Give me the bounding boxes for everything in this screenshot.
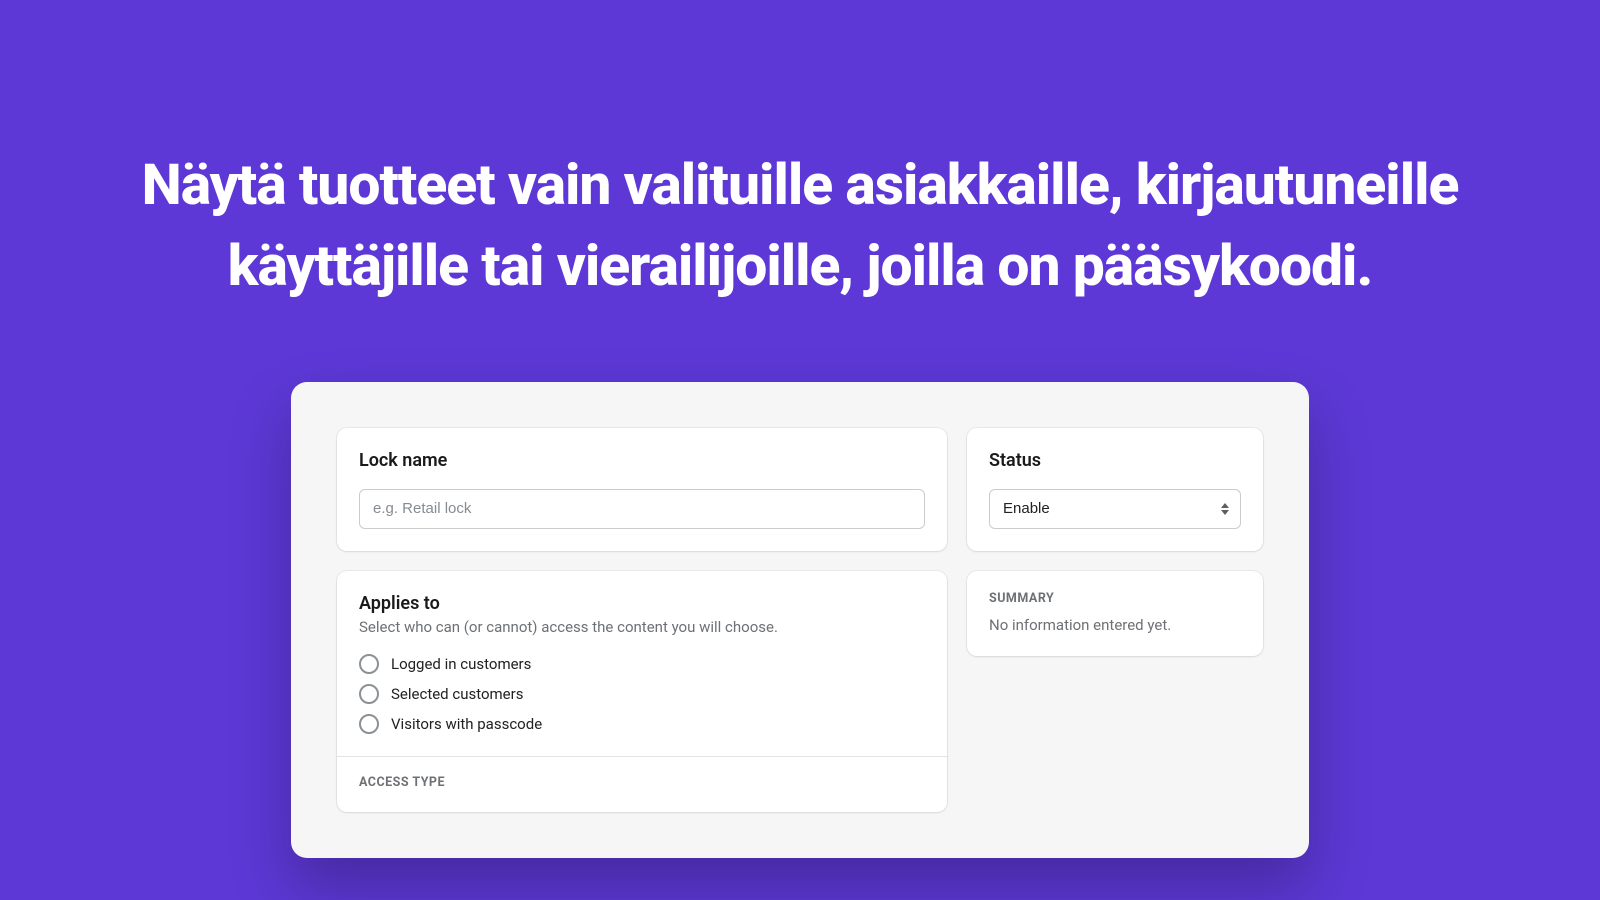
radio-selected-customers[interactable]: Selected customers bbox=[359, 684, 925, 704]
radio-label: Visitors with passcode bbox=[391, 715, 542, 733]
radio-logged-in-customers[interactable]: Logged in customers bbox=[359, 654, 925, 674]
lock-name-title: Lock name bbox=[359, 450, 925, 471]
status-card: Status Enable bbox=[967, 428, 1263, 551]
radio-visitors-with-passcode[interactable]: Visitors with passcode bbox=[359, 714, 925, 734]
left-column: Lock name Applies to Select who can (or … bbox=[337, 428, 947, 812]
summary-heading: SUMMARY bbox=[989, 591, 1241, 606]
radio-label: Logged in customers bbox=[391, 655, 531, 673]
applies-to-options: Logged in customers Selected customers V… bbox=[359, 654, 925, 734]
status-select-wrap: Enable bbox=[989, 489, 1241, 529]
settings-panel: Lock name Applies to Select who can (or … bbox=[291, 382, 1309, 858]
radio-label: Selected customers bbox=[391, 685, 523, 703]
applies-to-card: Applies to Select who can (or cannot) ac… bbox=[337, 571, 947, 812]
lock-name-input[interactable] bbox=[359, 489, 925, 529]
lock-name-card: Lock name bbox=[337, 428, 947, 551]
right-column: Status Enable SUMMARY No information ent… bbox=[967, 428, 1263, 812]
summary-text: No information entered yet. bbox=[989, 616, 1241, 634]
summary-card: SUMMARY No information entered yet. bbox=[967, 571, 1263, 656]
access-type-heading: ACCESS TYPE bbox=[359, 775, 925, 790]
hero-headline: Näytä tuotteet vain valituille asiakkail… bbox=[0, 0, 1600, 307]
status-title: Status bbox=[989, 450, 1241, 471]
applies-to-title: Applies to bbox=[359, 593, 925, 614]
radio-icon bbox=[359, 684, 379, 704]
access-type-section: ACCESS TYPE bbox=[337, 756, 947, 790]
status-select[interactable]: Enable bbox=[989, 489, 1241, 529]
applies-to-description: Select who can (or cannot) access the co… bbox=[359, 618, 925, 636]
radio-icon bbox=[359, 714, 379, 734]
radio-icon bbox=[359, 654, 379, 674]
panel-wrap: Lock name Applies to Select who can (or … bbox=[0, 382, 1600, 858]
